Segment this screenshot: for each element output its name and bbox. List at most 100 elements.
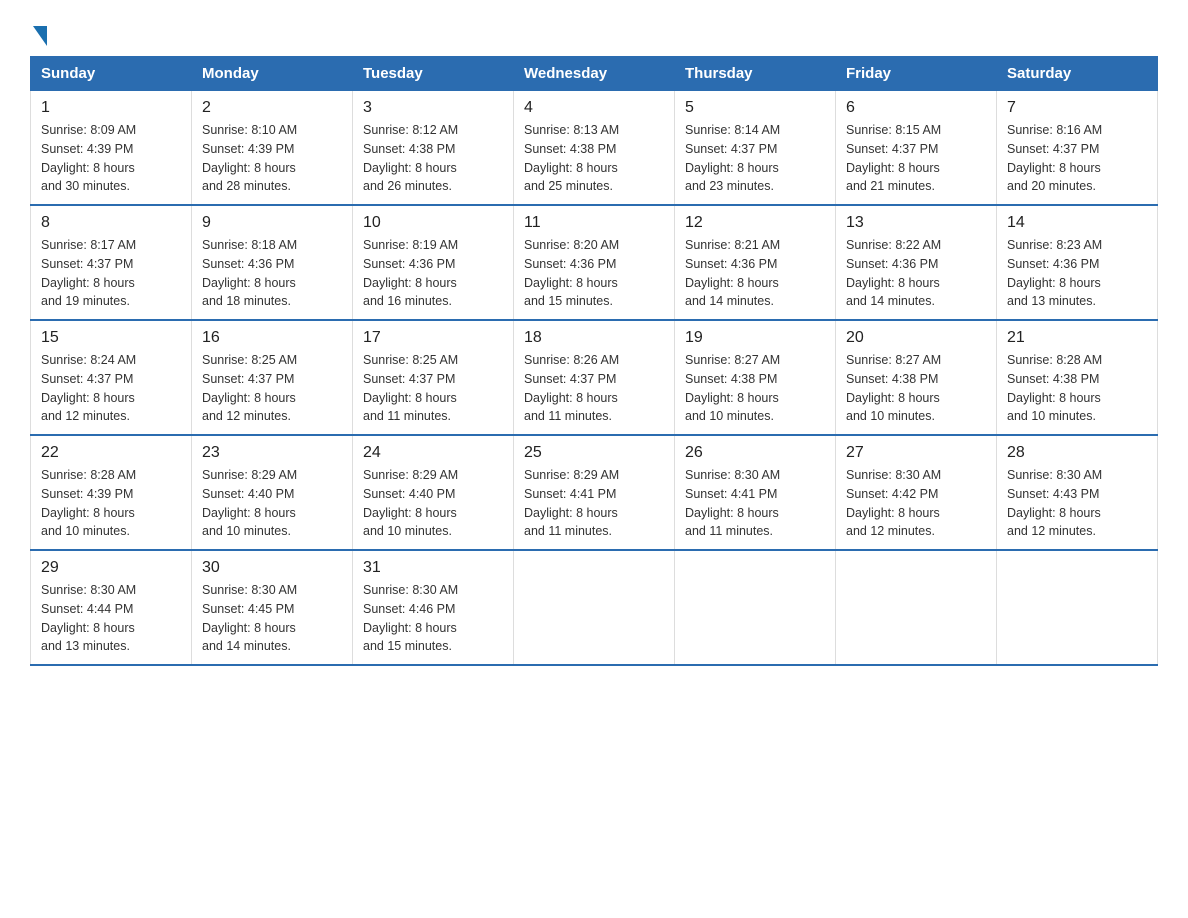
day-number: 27 xyxy=(846,444,986,462)
calendar-cell: 19 Sunrise: 8:27 AMSunset: 4:38 PMDaylig… xyxy=(675,320,836,435)
day-info: Sunrise: 8:30 AMSunset: 4:42 PMDaylight:… xyxy=(846,466,986,541)
header-tuesday: Tuesday xyxy=(353,57,514,91)
day-info: Sunrise: 8:27 AMSunset: 4:38 PMDaylight:… xyxy=(685,351,825,426)
day-number: 24 xyxy=(363,444,503,462)
calendar-cell: 22 Sunrise: 8:28 AMSunset: 4:39 PMDaylig… xyxy=(31,435,192,550)
day-info: Sunrise: 8:30 AMSunset: 4:41 PMDaylight:… xyxy=(685,466,825,541)
day-number: 5 xyxy=(685,99,825,117)
calendar-cell: 27 Sunrise: 8:30 AMSunset: 4:42 PMDaylig… xyxy=(836,435,997,550)
calendar-cell: 4 Sunrise: 8:13 AMSunset: 4:38 PMDayligh… xyxy=(514,91,675,206)
day-number: 3 xyxy=(363,99,503,117)
day-info: Sunrise: 8:27 AMSunset: 4:38 PMDaylight:… xyxy=(846,351,986,426)
calendar-cell: 2 Sunrise: 8:10 AMSunset: 4:39 PMDayligh… xyxy=(192,91,353,206)
day-info: Sunrise: 8:29 AMSunset: 4:40 PMDaylight:… xyxy=(202,466,342,541)
day-number: 16 xyxy=(202,329,342,347)
header-wednesday: Wednesday xyxy=(514,57,675,91)
header-saturday: Saturday xyxy=(997,57,1158,91)
logo-triangle-icon xyxy=(33,26,47,46)
calendar-cell: 9 Sunrise: 8:18 AMSunset: 4:36 PMDayligh… xyxy=(192,205,353,320)
calendar-cell: 5 Sunrise: 8:14 AMSunset: 4:37 PMDayligh… xyxy=(675,91,836,206)
header-sunday: Sunday xyxy=(31,57,192,91)
calendar-cell: 29 Sunrise: 8:30 AMSunset: 4:44 PMDaylig… xyxy=(31,550,192,665)
day-info: Sunrise: 8:16 AMSunset: 4:37 PMDaylight:… xyxy=(1007,121,1147,196)
day-info: Sunrise: 8:25 AMSunset: 4:37 PMDaylight:… xyxy=(202,351,342,426)
day-number: 8 xyxy=(41,214,181,232)
day-info: Sunrise: 8:10 AMSunset: 4:39 PMDaylight:… xyxy=(202,121,342,196)
day-number: 20 xyxy=(846,329,986,347)
calendar-cell: 13 Sunrise: 8:22 AMSunset: 4:36 PMDaylig… xyxy=(836,205,997,320)
calendar-cell: 10 Sunrise: 8:19 AMSunset: 4:36 PMDaylig… xyxy=(353,205,514,320)
day-number: 29 xyxy=(41,559,181,577)
calendar-week-row: 22 Sunrise: 8:28 AMSunset: 4:39 PMDaylig… xyxy=(31,435,1158,550)
day-number: 1 xyxy=(41,99,181,117)
logo xyxy=(30,20,47,46)
header-friday: Friday xyxy=(836,57,997,91)
calendar-cell: 31 Sunrise: 8:30 AMSunset: 4:46 PMDaylig… xyxy=(353,550,514,665)
day-info: Sunrise: 8:24 AMSunset: 4:37 PMDaylight:… xyxy=(41,351,181,426)
calendar-cell: 18 Sunrise: 8:26 AMSunset: 4:37 PMDaylig… xyxy=(514,320,675,435)
calendar-cell: 15 Sunrise: 8:24 AMSunset: 4:37 PMDaylig… xyxy=(31,320,192,435)
day-number: 25 xyxy=(524,444,664,462)
day-number: 26 xyxy=(685,444,825,462)
day-number: 15 xyxy=(41,329,181,347)
day-number: 7 xyxy=(1007,99,1147,117)
header-monday: Monday xyxy=(192,57,353,91)
calendar-cell: 20 Sunrise: 8:27 AMSunset: 4:38 PMDaylig… xyxy=(836,320,997,435)
day-number: 19 xyxy=(685,329,825,347)
day-info: Sunrise: 8:13 AMSunset: 4:38 PMDaylight:… xyxy=(524,121,664,196)
day-info: Sunrise: 8:30 AMSunset: 4:43 PMDaylight:… xyxy=(1007,466,1147,541)
day-info: Sunrise: 8:25 AMSunset: 4:37 PMDaylight:… xyxy=(363,351,503,426)
calendar-week-row: 8 Sunrise: 8:17 AMSunset: 4:37 PMDayligh… xyxy=(31,205,1158,320)
day-info: Sunrise: 8:19 AMSunset: 4:36 PMDaylight:… xyxy=(363,236,503,311)
calendar-cell: 11 Sunrise: 8:20 AMSunset: 4:36 PMDaylig… xyxy=(514,205,675,320)
day-number: 21 xyxy=(1007,329,1147,347)
calendar-cell: 30 Sunrise: 8:30 AMSunset: 4:45 PMDaylig… xyxy=(192,550,353,665)
day-info: Sunrise: 8:15 AMSunset: 4:37 PMDaylight:… xyxy=(846,121,986,196)
calendar-cell: 8 Sunrise: 8:17 AMSunset: 4:37 PMDayligh… xyxy=(31,205,192,320)
calendar-cell xyxy=(997,550,1158,665)
calendar-week-row: 15 Sunrise: 8:24 AMSunset: 4:37 PMDaylig… xyxy=(31,320,1158,435)
calendar-cell: 28 Sunrise: 8:30 AMSunset: 4:43 PMDaylig… xyxy=(997,435,1158,550)
day-number: 31 xyxy=(363,559,503,577)
calendar-cell: 17 Sunrise: 8:25 AMSunset: 4:37 PMDaylig… xyxy=(353,320,514,435)
calendar-cell: 25 Sunrise: 8:29 AMSunset: 4:41 PMDaylig… xyxy=(514,435,675,550)
page-header xyxy=(30,20,1158,46)
calendar-cell: 26 Sunrise: 8:30 AMSunset: 4:41 PMDaylig… xyxy=(675,435,836,550)
calendar-cell: 16 Sunrise: 8:25 AMSunset: 4:37 PMDaylig… xyxy=(192,320,353,435)
calendar-cell: 6 Sunrise: 8:15 AMSunset: 4:37 PMDayligh… xyxy=(836,91,997,206)
day-number: 10 xyxy=(363,214,503,232)
day-number: 9 xyxy=(202,214,342,232)
calendar-cell: 21 Sunrise: 8:28 AMSunset: 4:38 PMDaylig… xyxy=(997,320,1158,435)
calendar-cell: 1 Sunrise: 8:09 AMSunset: 4:39 PMDayligh… xyxy=(31,91,192,206)
calendar-cell xyxy=(675,550,836,665)
day-info: Sunrise: 8:22 AMSunset: 4:36 PMDaylight:… xyxy=(846,236,986,311)
day-info: Sunrise: 8:28 AMSunset: 4:39 PMDaylight:… xyxy=(41,466,181,541)
calendar-cell: 23 Sunrise: 8:29 AMSunset: 4:40 PMDaylig… xyxy=(192,435,353,550)
day-number: 17 xyxy=(363,329,503,347)
day-info: Sunrise: 8:29 AMSunset: 4:40 PMDaylight:… xyxy=(363,466,503,541)
day-info: Sunrise: 8:18 AMSunset: 4:36 PMDaylight:… xyxy=(202,236,342,311)
day-info: Sunrise: 8:23 AMSunset: 4:36 PMDaylight:… xyxy=(1007,236,1147,311)
day-info: Sunrise: 8:20 AMSunset: 4:36 PMDaylight:… xyxy=(524,236,664,311)
day-info: Sunrise: 8:29 AMSunset: 4:41 PMDaylight:… xyxy=(524,466,664,541)
day-number: 23 xyxy=(202,444,342,462)
day-info: Sunrise: 8:14 AMSunset: 4:37 PMDaylight:… xyxy=(685,121,825,196)
day-info: Sunrise: 8:30 AMSunset: 4:46 PMDaylight:… xyxy=(363,581,503,656)
day-number: 14 xyxy=(1007,214,1147,232)
day-number: 28 xyxy=(1007,444,1147,462)
day-info: Sunrise: 8:28 AMSunset: 4:38 PMDaylight:… xyxy=(1007,351,1147,426)
calendar-cell: 12 Sunrise: 8:21 AMSunset: 4:36 PMDaylig… xyxy=(675,205,836,320)
day-info: Sunrise: 8:17 AMSunset: 4:37 PMDaylight:… xyxy=(41,236,181,311)
day-number: 18 xyxy=(524,329,664,347)
day-number: 6 xyxy=(846,99,986,117)
day-number: 22 xyxy=(41,444,181,462)
day-info: Sunrise: 8:30 AMSunset: 4:44 PMDaylight:… xyxy=(41,581,181,656)
calendar-week-row: 1 Sunrise: 8:09 AMSunset: 4:39 PMDayligh… xyxy=(31,91,1158,206)
day-number: 4 xyxy=(524,99,664,117)
calendar-cell xyxy=(514,550,675,665)
day-number: 30 xyxy=(202,559,342,577)
calendar-cell xyxy=(836,550,997,665)
day-number: 11 xyxy=(524,214,664,232)
day-info: Sunrise: 8:26 AMSunset: 4:37 PMDaylight:… xyxy=(524,351,664,426)
day-info: Sunrise: 8:09 AMSunset: 4:39 PMDaylight:… xyxy=(41,121,181,196)
